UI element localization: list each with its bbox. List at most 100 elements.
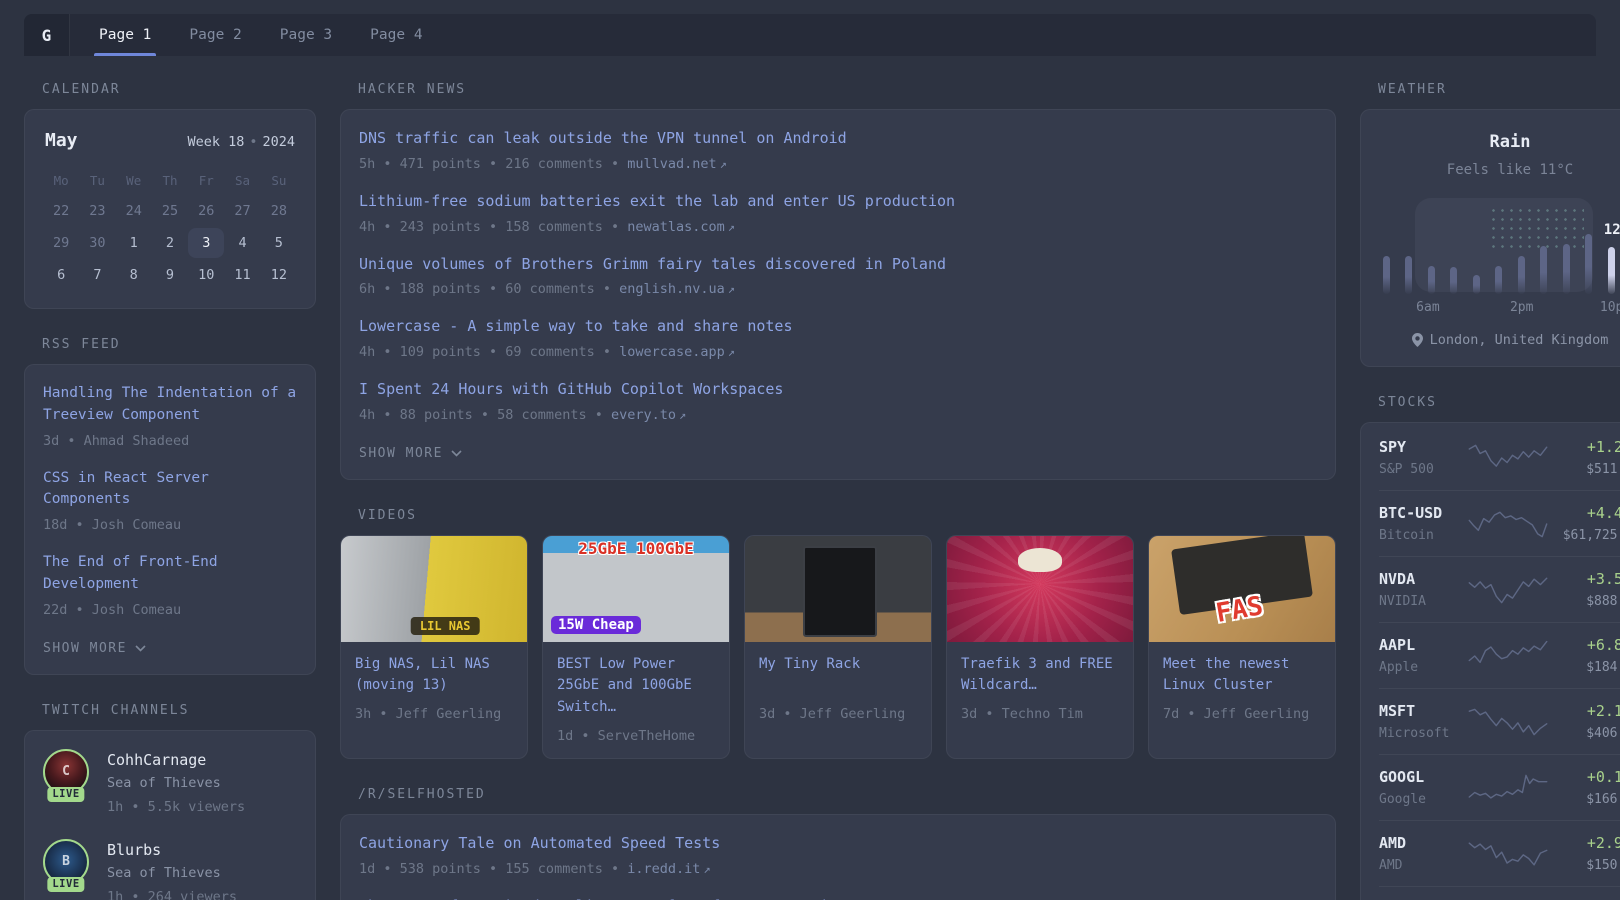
stock-name: Microsoft xyxy=(1379,726,1450,741)
hn-item-title[interactable]: DNS traffic can leak outside the VPN tun… xyxy=(359,128,1317,150)
twitch-channel-blurbs[interactable]: B LIVE Blurbs Sea of Thieves 1h • 264 vi… xyxy=(43,838,297,900)
videos-row: LIL NAS Big NAS, Lil NAS (moving 13) 3h … xyxy=(340,534,1336,759)
hn-item-source-link[interactable]: newatlas.com xyxy=(627,219,725,235)
stocks-card: SPY S&P 500 +1.29% $511.57 BTC-USD Bitcoin … xyxy=(1360,422,1620,900)
stock-values: +0.10% $166.78 xyxy=(1550,768,1620,807)
right-column: WEATHER Rain Feels like 11°C 12° 6am 2pm 1… xyxy=(1360,82,1620,900)
hn-item-title[interactable]: I Spent 24 Hours with GitHub Copilot Wor… xyxy=(359,379,1317,401)
stock-name: S&P 500 xyxy=(1379,462,1434,477)
stock-row-rddt[interactable]: RDDT -1.65% xyxy=(1379,886,1620,900)
dashboard-page: G Page 1 Page 2 Page 3 Page 4 CALENDAR M… xyxy=(0,0,1620,900)
reddit-item: Showcase of my Mixed Reality Interface f… xyxy=(359,896,1317,900)
twitch-channel-cohhcarnage[interactable]: C LIVE CohhCarnage Sea of Thieves 1h • 5… xyxy=(43,748,297,815)
video-thumbnail[interactable]: LIL NAS xyxy=(341,535,527,642)
stock-row-aapl[interactable]: AAPL Apple +6.87% $184.91 xyxy=(1379,622,1620,688)
stock-price: $166.78 xyxy=(1586,792,1620,807)
hn-show-more-button[interactable]: SHOW MORE xyxy=(359,446,462,461)
external-link-icon: ↗ xyxy=(703,861,711,876)
video-title[interactable]: BEST Low Power 25GbE and 100GbE Switch… xyxy=(557,654,715,719)
reddit-item-meta: 1d • 538 points • 155 comments • i.redd.… xyxy=(359,860,711,877)
video-thumbnail[interactable] xyxy=(947,535,1133,642)
tab-page-3[interactable]: Page 3 xyxy=(275,14,337,56)
reddit-item-source-link[interactable]: i.redd.it xyxy=(627,861,700,877)
video-card-body: My Tiny Rack 3d • Jeff Geerling xyxy=(745,642,931,736)
chevron-down-icon xyxy=(135,645,146,652)
hn-item-source-link[interactable]: every.to xyxy=(611,407,676,423)
twitch-channel-name: CohhCarnage xyxy=(107,750,207,769)
rss-item-title[interactable]: CSS in React Server Components xyxy=(43,468,297,512)
video-thumbnail[interactable] xyxy=(745,535,931,642)
weather-bar xyxy=(1383,256,1390,294)
left-column: CALENDAR May Week 18 • 2024 Mo Tu We Th Fr Sa Su… xyxy=(24,82,316,900)
weekday-label: Tu xyxy=(89,173,105,188)
video-card: My Tiny Rack 3d • Jeff Geerling xyxy=(744,534,932,759)
video-thumbnail[interactable]: FAS xyxy=(1149,535,1335,642)
thumbnail-text: 15W Cheap xyxy=(551,615,641,634)
rss-item-meta: 3d • Ahmad Shadeed xyxy=(43,432,190,449)
stock-sparkline xyxy=(1466,770,1550,806)
weather-bar-series xyxy=(1383,216,1620,294)
calendar-day: 9 xyxy=(165,267,175,283)
rss-item-title[interactable]: The End of Front-End Development xyxy=(43,552,297,596)
stock-symbol: AAPL xyxy=(1379,636,1416,654)
stock-identity: SPY S&P 500 xyxy=(1379,438,1466,477)
calendar-title-row: May Week 18 • 2024 xyxy=(43,128,297,151)
video-title[interactable]: Meet the newest Linux Cluster xyxy=(1163,654,1321,697)
reddit-item-title[interactable]: Cautionary Tale on Automated Speed Tests xyxy=(359,833,1317,855)
video-thumbnail[interactable]: 25GbE 100GbE 15W Cheap xyxy=(543,535,729,642)
rss-show-more-button[interactable]: SHOW MORE xyxy=(43,641,146,656)
stock-row-nvda[interactable]: NVDA NVIDIA +3.52% $888.40 xyxy=(1379,556,1620,622)
twitch-header: TWITCH CHANNELS xyxy=(42,702,190,718)
top-nav: G Page 1 Page 2 Page 3 Page 4 xyxy=(24,14,1596,56)
reddit-card: Cautionary Tale on Automated Speed Tests… xyxy=(340,813,1336,900)
twitch-channel-name: Blurbs xyxy=(107,840,162,859)
thumbnail-text: FAS xyxy=(1213,590,1266,629)
stock-row-amd[interactable]: AMD AMD +2.94% $150.45 xyxy=(1379,820,1620,886)
twitch-avatar: C LIVE xyxy=(43,748,89,802)
stock-change: +1.29% xyxy=(1586,438,1620,456)
tab-page-2[interactable]: Page 2 xyxy=(184,14,246,56)
hn-item-title[interactable]: Unique volumes of Brothers Grimm fairy t… xyxy=(359,254,1317,276)
chevron-down-icon xyxy=(451,450,462,457)
stock-row-googl[interactable]: GOOGL Google +0.10% $166.78 xyxy=(1379,754,1620,820)
calendar-day: 4 xyxy=(238,235,247,251)
tab-page-4[interactable]: Page 4 xyxy=(365,14,427,56)
stocks-widget: STOCKS SPYS&P 500 +1.29%$511.57 BTC-USDB… xyxy=(1360,395,1620,900)
stock-values: +2.16% $406.43 xyxy=(1550,702,1620,741)
weather-feels-like: Feels like 11°C xyxy=(1446,162,1574,178)
hn-item-title[interactable]: Lowercase - A simple way to take and sha… xyxy=(359,316,1317,338)
video-card: 25GbE 100GbE 15W Cheap BEST Low Power 25… xyxy=(542,534,730,759)
weather-location: London, United Kingdom xyxy=(1381,332,1620,348)
video-title[interactable]: Traefik 3 and FREE Wildcard… xyxy=(961,654,1119,697)
rss-item-title[interactable]: Handling The Indentation of a Treeview C… xyxy=(43,383,297,427)
stock-row-btc-usd[interactable]: BTC-USD Bitcoin +4.40% $61,725.48 xyxy=(1379,490,1620,556)
stock-symbol: GOOGL xyxy=(1379,768,1425,786)
hn-item-source-link[interactable]: english.nv.ua xyxy=(619,281,725,297)
hn-item-source-link[interactable]: mullvad.net xyxy=(627,156,716,172)
video-card: Traefik 3 and FREE Wildcard… 3d • Techno… xyxy=(946,534,1134,759)
calendar-day: 24 xyxy=(125,203,142,219)
stock-sparkline xyxy=(1466,440,1550,476)
video-meta: 3d • Techno Tim xyxy=(961,706,1083,723)
weather-time-axis: 6am 2pm 10pm xyxy=(1381,300,1620,318)
app-logo[interactable]: G xyxy=(24,14,70,56)
stock-row-msft[interactable]: MSFT Microsoft +2.16% $406.43 xyxy=(1379,688,1620,754)
hn-item-meta: 6h • 188 points • 60 comments • english.… xyxy=(359,281,735,298)
weather-bar-current xyxy=(1607,247,1615,294)
tab-page-1[interactable]: Page 1 xyxy=(94,14,157,56)
hn-item-title[interactable]: Lithium-free sodium batteries exit the l… xyxy=(359,191,1317,213)
weather-condition: Rain xyxy=(1489,132,1531,152)
weather-bar xyxy=(1562,244,1570,294)
rss-item-meta: 22d • Josh Comeau xyxy=(43,601,182,618)
calendar-day: 23 xyxy=(89,203,106,219)
weather-bar xyxy=(1472,275,1480,294)
hn-item-source-link[interactable]: lowercase.app xyxy=(619,344,725,360)
stock-row-spy[interactable]: SPY S&P 500 +1.29% $511.57 xyxy=(1379,425,1620,490)
video-title[interactable]: Big NAS, Lil NAS (moving 13) xyxy=(355,654,513,697)
hn-item-meta: 4h • 109 points • 69 comments • lowercas… xyxy=(359,344,735,360)
video-title[interactable]: My Tiny Rack xyxy=(759,654,917,697)
reddit-item-title[interactable]: Showcase of my Mixed Reality Interface f… xyxy=(359,896,1317,900)
calendar-day: 11 xyxy=(234,267,251,283)
calendar-day: 26 xyxy=(198,203,215,219)
weather-bar xyxy=(1427,266,1435,294)
